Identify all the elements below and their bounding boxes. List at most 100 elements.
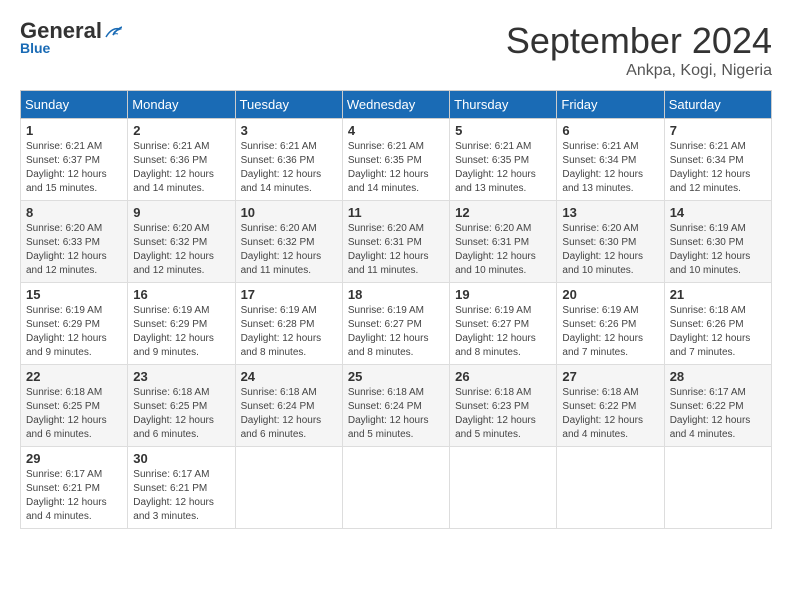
day-number: 5 <box>455 123 551 138</box>
day-number: 6 <box>562 123 658 138</box>
calendar-cell: 6 Sunrise: 6:21 AM Sunset: 6:34 PM Dayli… <box>557 119 664 201</box>
day-detail: Sunrise: 6:20 AM Sunset: 6:31 PM Dayligh… <box>348 222 444 278</box>
calendar-cell: 4 Sunrise: 6:21 AM Sunset: 6:35 PM Dayli… <box>342 119 449 201</box>
calendar-cell: 28 Sunrise: 6:17 AM Sunset: 6:22 PM Dayl… <box>664 365 771 447</box>
calendar-cell: 3 Sunrise: 6:21 AM Sunset: 6:36 PM Dayli… <box>235 119 342 201</box>
day-header-monday: Monday <box>128 91 235 119</box>
day-number: 9 <box>133 205 229 220</box>
day-number: 3 <box>241 123 337 138</box>
calendar-cell: 13 Sunrise: 6:20 AM Sunset: 6:30 PM Dayl… <box>557 201 664 283</box>
logo-blue-text: Blue <box>20 40 50 56</box>
day-number: 24 <box>241 369 337 384</box>
day-detail: Sunrise: 6:18 AM Sunset: 6:22 PM Dayligh… <box>562 386 658 442</box>
day-detail: Sunrise: 6:18 AM Sunset: 6:24 PM Dayligh… <box>348 386 444 442</box>
day-header-tuesday: Tuesday <box>235 91 342 119</box>
calendar-week-5: 29 Sunrise: 6:17 AM Sunset: 6:21 PM Dayl… <box>21 447 772 529</box>
day-detail: Sunrise: 6:18 AM Sunset: 6:23 PM Dayligh… <box>455 386 551 442</box>
day-number: 25 <box>348 369 444 384</box>
calendar-cell: 18 Sunrise: 6:19 AM Sunset: 6:27 PM Dayl… <box>342 283 449 365</box>
day-number: 12 <box>455 205 551 220</box>
day-number: 26 <box>455 369 551 384</box>
location-title: Ankpa, Kogi, Nigeria <box>506 62 772 80</box>
calendar-cell: 15 Sunrise: 6:19 AM Sunset: 6:29 PM Dayl… <box>21 283 128 365</box>
day-detail: Sunrise: 6:19 AM Sunset: 6:27 PM Dayligh… <box>455 304 551 360</box>
calendar-cell: 16 Sunrise: 6:19 AM Sunset: 6:29 PM Dayl… <box>128 283 235 365</box>
day-number: 29 <box>26 451 122 466</box>
day-number: 13 <box>562 205 658 220</box>
day-detail: Sunrise: 6:19 AM Sunset: 6:29 PM Dayligh… <box>26 304 122 360</box>
day-number: 8 <box>26 205 122 220</box>
day-detail: Sunrise: 6:21 AM Sunset: 6:36 PM Dayligh… <box>133 140 229 196</box>
calendar-cell <box>557 447 664 529</box>
day-number: 16 <box>133 287 229 302</box>
calendar-cell: 26 Sunrise: 6:18 AM Sunset: 6:23 PM Dayl… <box>450 365 557 447</box>
day-detail: Sunrise: 6:17 AM Sunset: 6:21 PM Dayligh… <box>133 468 229 524</box>
day-detail: Sunrise: 6:17 AM Sunset: 6:21 PM Dayligh… <box>26 468 122 524</box>
calendar-week-1: 1 Sunrise: 6:21 AM Sunset: 6:37 PM Dayli… <box>21 119 772 201</box>
day-number: 14 <box>670 205 766 220</box>
calendar-cell: 17 Sunrise: 6:19 AM Sunset: 6:28 PM Dayl… <box>235 283 342 365</box>
day-detail: Sunrise: 6:21 AM Sunset: 6:35 PM Dayligh… <box>455 140 551 196</box>
day-number: 15 <box>26 287 122 302</box>
day-number: 21 <box>670 287 766 302</box>
page-header: General Blue September 2024 Ankpa, Kogi,… <box>20 20 772 80</box>
calendar-cell: 10 Sunrise: 6:20 AM Sunset: 6:32 PM Dayl… <box>235 201 342 283</box>
day-detail: Sunrise: 6:19 AM Sunset: 6:26 PM Dayligh… <box>562 304 658 360</box>
day-detail: Sunrise: 6:21 AM Sunset: 6:34 PM Dayligh… <box>670 140 766 196</box>
day-detail: Sunrise: 6:20 AM Sunset: 6:32 PM Dayligh… <box>241 222 337 278</box>
calendar-cell: 29 Sunrise: 6:17 AM Sunset: 6:21 PM Dayl… <box>21 447 128 529</box>
day-detail: Sunrise: 6:21 AM Sunset: 6:35 PM Dayligh… <box>348 140 444 196</box>
day-detail: Sunrise: 6:19 AM Sunset: 6:29 PM Dayligh… <box>133 304 229 360</box>
calendar-week-4: 22 Sunrise: 6:18 AM Sunset: 6:25 PM Dayl… <box>21 365 772 447</box>
calendar-cell: 20 Sunrise: 6:19 AM Sunset: 6:26 PM Dayl… <box>557 283 664 365</box>
day-header-friday: Friday <box>557 91 664 119</box>
day-header-sunday: Sunday <box>21 91 128 119</box>
day-detail: Sunrise: 6:19 AM Sunset: 6:27 PM Dayligh… <box>348 304 444 360</box>
calendar-cell: 14 Sunrise: 6:19 AM Sunset: 6:30 PM Dayl… <box>664 201 771 283</box>
day-number: 7 <box>670 123 766 138</box>
day-header-thursday: Thursday <box>450 91 557 119</box>
logo: General Blue <box>20 20 122 56</box>
day-detail: Sunrise: 6:21 AM Sunset: 6:36 PM Dayligh… <box>241 140 337 196</box>
day-detail: Sunrise: 6:18 AM Sunset: 6:24 PM Dayligh… <box>241 386 337 442</box>
logo-text: General <box>20 20 122 42</box>
calendar-cell: 12 Sunrise: 6:20 AM Sunset: 6:31 PM Dayl… <box>450 201 557 283</box>
day-number: 1 <box>26 123 122 138</box>
day-detail: Sunrise: 6:20 AM Sunset: 6:33 PM Dayligh… <box>26 222 122 278</box>
calendar-cell: 2 Sunrise: 6:21 AM Sunset: 6:36 PM Dayli… <box>128 119 235 201</box>
day-detail: Sunrise: 6:17 AM Sunset: 6:22 PM Dayligh… <box>670 386 766 442</box>
day-number: 10 <box>241 205 337 220</box>
day-number: 2 <box>133 123 229 138</box>
calendar-cell <box>342 447 449 529</box>
day-number: 18 <box>348 287 444 302</box>
day-header-saturday: Saturday <box>664 91 771 119</box>
day-number: 23 <box>133 369 229 384</box>
day-header-wednesday: Wednesday <box>342 91 449 119</box>
day-number: 11 <box>348 205 444 220</box>
calendar-cell: 25 Sunrise: 6:18 AM Sunset: 6:24 PM Dayl… <box>342 365 449 447</box>
logo-bird-icon <box>104 25 122 39</box>
day-detail: Sunrise: 6:20 AM Sunset: 6:32 PM Dayligh… <box>133 222 229 278</box>
calendar-cell: 21 Sunrise: 6:18 AM Sunset: 6:26 PM Dayl… <box>664 283 771 365</box>
day-detail: Sunrise: 6:19 AM Sunset: 6:30 PM Dayligh… <box>670 222 766 278</box>
month-title: September 2024 <box>506 20 772 62</box>
calendar-cell <box>235 447 342 529</box>
calendar-cell: 24 Sunrise: 6:18 AM Sunset: 6:24 PM Dayl… <box>235 365 342 447</box>
day-detail: Sunrise: 6:21 AM Sunset: 6:37 PM Dayligh… <box>26 140 122 196</box>
calendar-week-2: 8 Sunrise: 6:20 AM Sunset: 6:33 PM Dayli… <box>21 201 772 283</box>
calendar-cell: 19 Sunrise: 6:19 AM Sunset: 6:27 PM Dayl… <box>450 283 557 365</box>
day-number: 20 <box>562 287 658 302</box>
calendar-cell: 7 Sunrise: 6:21 AM Sunset: 6:34 PM Dayli… <box>664 119 771 201</box>
day-detail: Sunrise: 6:21 AM Sunset: 6:34 PM Dayligh… <box>562 140 658 196</box>
day-number: 17 <box>241 287 337 302</box>
title-block: September 2024 Ankpa, Kogi, Nigeria <box>506 20 772 80</box>
day-detail: Sunrise: 6:20 AM Sunset: 6:31 PM Dayligh… <box>455 222 551 278</box>
day-detail: Sunrise: 6:18 AM Sunset: 6:25 PM Dayligh… <box>133 386 229 442</box>
day-detail: Sunrise: 6:20 AM Sunset: 6:30 PM Dayligh… <box>562 222 658 278</box>
calendar-cell: 9 Sunrise: 6:20 AM Sunset: 6:32 PM Dayli… <box>128 201 235 283</box>
calendar-cell: 22 Sunrise: 6:18 AM Sunset: 6:25 PM Dayl… <box>21 365 128 447</box>
day-number: 28 <box>670 369 766 384</box>
day-number: 22 <box>26 369 122 384</box>
calendar-cell: 5 Sunrise: 6:21 AM Sunset: 6:35 PM Dayli… <box>450 119 557 201</box>
day-detail: Sunrise: 6:19 AM Sunset: 6:28 PM Dayligh… <box>241 304 337 360</box>
